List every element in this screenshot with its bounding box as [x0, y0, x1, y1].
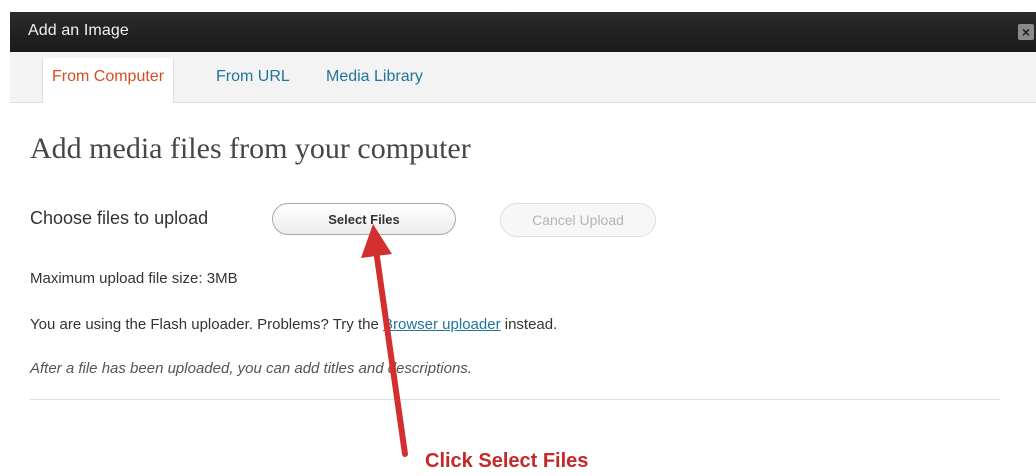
- annotation-label: Click Select Files: [425, 450, 589, 472]
- close-icon[interactable]: ×: [1018, 24, 1034, 40]
- tab-bar: From Computer From URL Media Library: [10, 52, 1036, 103]
- divider: [30, 399, 1000, 400]
- tab-from-computer[interactable]: From Computer: [42, 58, 175, 103]
- flash-notice-text: You are using the Flash uploader. Proble…: [30, 316, 383, 333]
- after-upload-note: After a file has been uploaded, you can …: [30, 360, 472, 377]
- select-files-button[interactable]: Select Files: [272, 203, 456, 235]
- tab-from-url[interactable]: From URL: [216, 68, 290, 86]
- dialog-titlebar: Add an Image ×: [10, 12, 1036, 52]
- dialog-title: Add an Image: [28, 22, 129, 39]
- tab-media-library[interactable]: Media Library: [326, 68, 423, 86]
- page-title: Add media files from your computer: [30, 132, 471, 165]
- max-upload-size-text: Maximum upload file size: 3MB: [30, 270, 238, 287]
- dialog-canvas: Add an Image × From Computer From URL Me…: [0, 0, 1036, 476]
- arrow-shaft: [373, 247, 408, 457]
- cancel-upload-button[interactable]: Cancel Upload: [500, 203, 656, 237]
- choose-files-label: Choose files to upload: [30, 208, 209, 228]
- flash-uploader-notice: You are using the Flash uploader. Proble…: [30, 316, 557, 333]
- browser-uploader-link[interactable]: Browser uploader: [383, 316, 501, 333]
- flash-notice-suffix: instead.: [500, 316, 558, 333]
